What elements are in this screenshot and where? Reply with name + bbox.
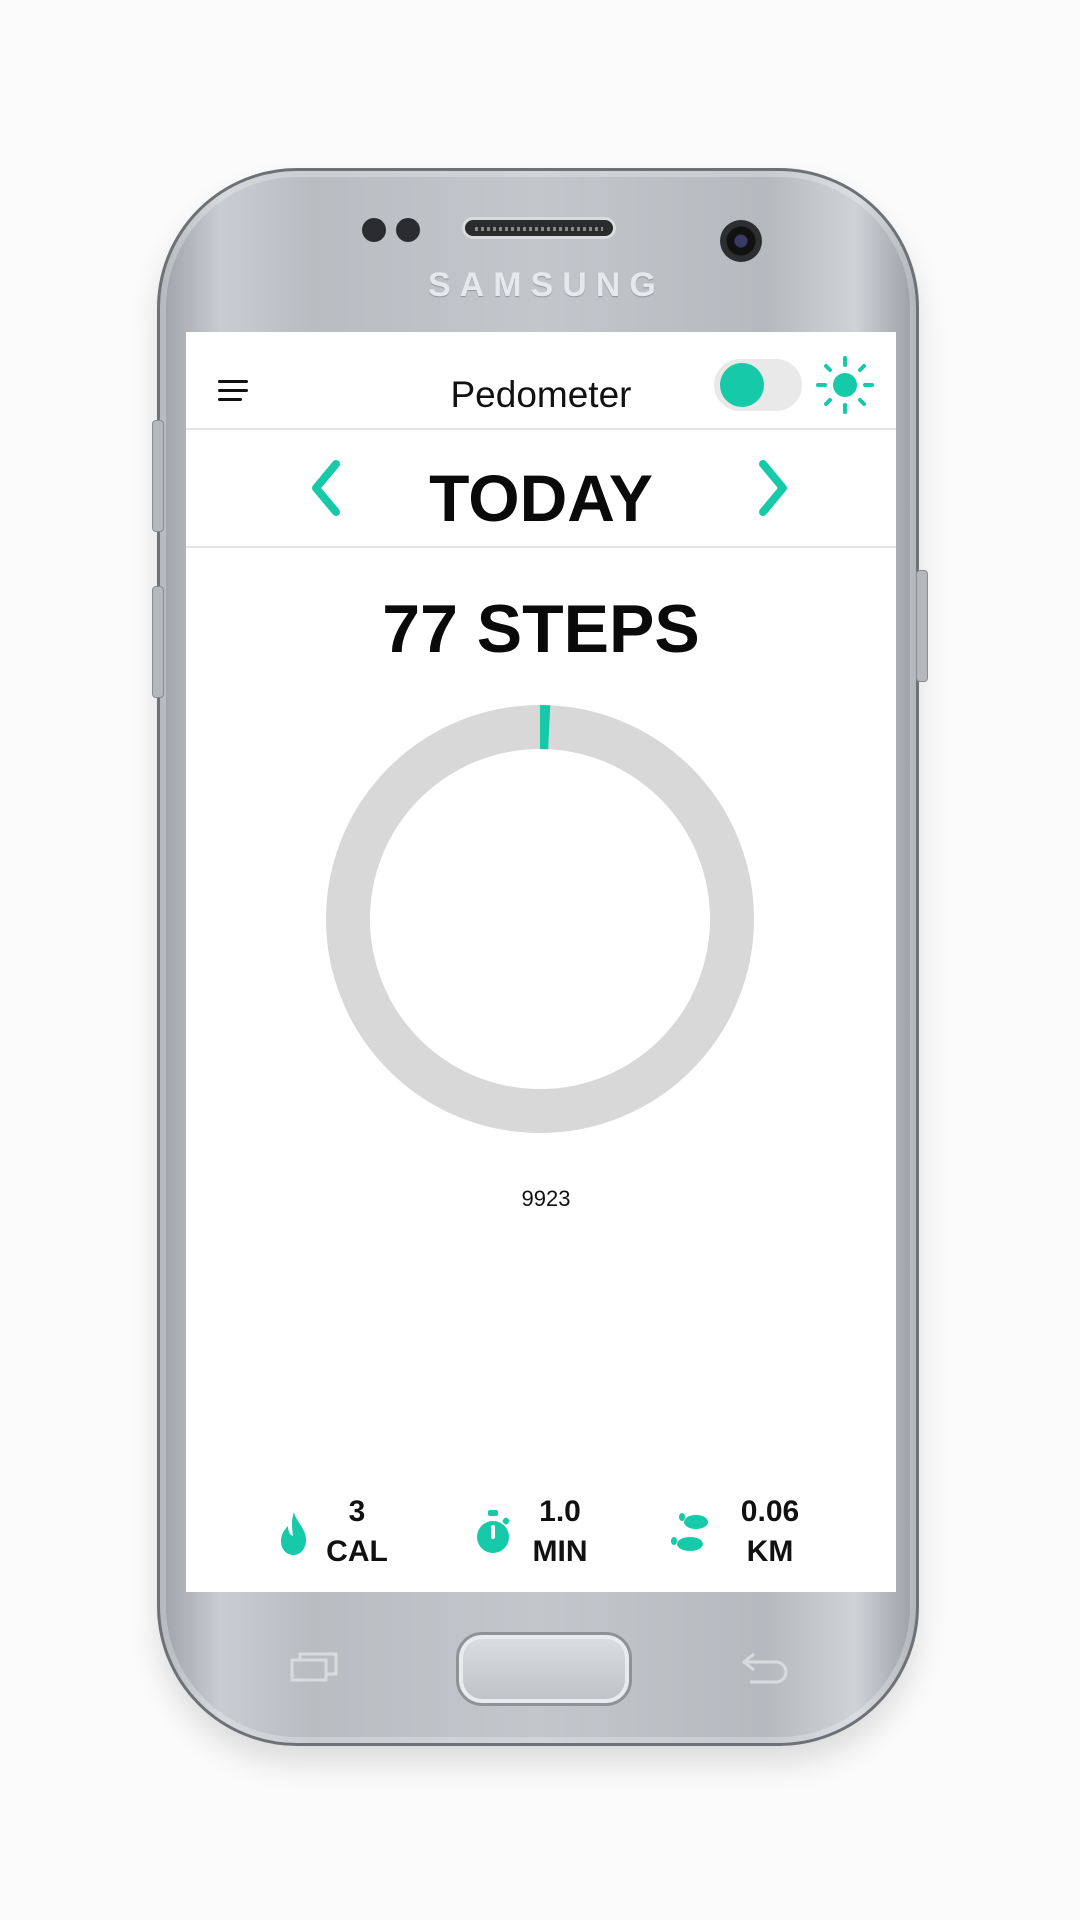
ring-track	[326, 705, 754, 1133]
steps-progress-ring	[326, 705, 754, 1133]
ring-remaining-label: 9923	[521, 1186, 571, 1211]
sun-icon[interactable]	[816, 356, 874, 414]
duration-text: 1.0 MIN	[532, 1495, 588, 1568]
stats-row: 3 CAL 1.0 MIN 0.06 KM	[186, 1492, 896, 1572]
date-navigation: TODAY	[186, 430, 896, 548]
front-camera	[720, 220, 762, 262]
app-screen: Pedometer TODAY 77 STEPS 77 9923 3 CAL 1…	[186, 332, 896, 1592]
recent-apps-icon[interactable]	[290, 1652, 338, 1682]
home-button[interactable]	[456, 1632, 632, 1706]
volume-up-button	[152, 420, 164, 532]
app-bar: Pedometer	[186, 332, 896, 430]
chevron-right-icon[interactable]	[741, 430, 801, 546]
steps-count: 77 STEPS	[382, 591, 700, 667]
flame-icon	[281, 1512, 306, 1555]
brand-logo: SAMSUNG	[428, 266, 665, 304]
duration-stat: 1.0 MIN	[471, 1492, 601, 1572]
power-button	[916, 570, 928, 682]
distance-text: 0.06 KM	[740, 1495, 800, 1568]
toggle-knob	[720, 363, 764, 407]
footprints-icon	[671, 1513, 708, 1551]
theme-toggle[interactable]	[714, 359, 802, 411]
calories-text: 3 CAL	[326, 1495, 388, 1568]
earpiece-speaker	[462, 217, 616, 239]
volume-down-button	[152, 586, 164, 698]
proximity-sensor	[362, 218, 386, 242]
light-sensor	[396, 218, 420, 242]
back-icon[interactable]	[740, 1648, 790, 1684]
calories-stat: 3 CAL	[272, 1492, 392, 1572]
distance-stat: 0.06 KM	[668, 1492, 818, 1572]
stopwatch-icon	[477, 1510, 510, 1553]
